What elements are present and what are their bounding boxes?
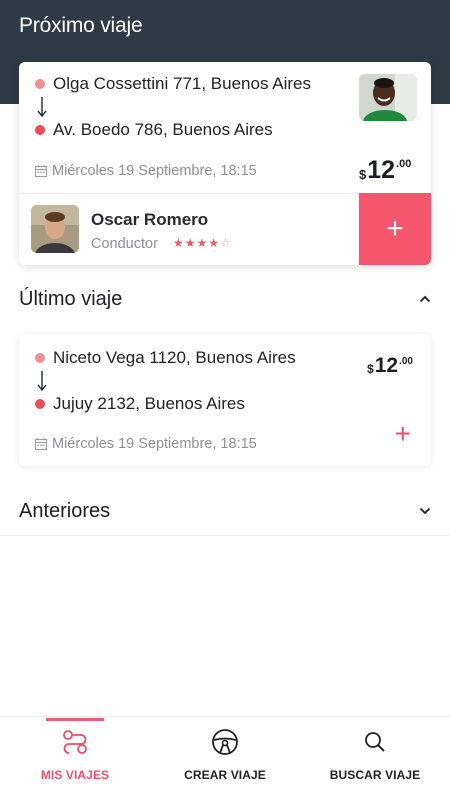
- price-currency: $: [359, 167, 367, 182]
- last-trip-section-header[interactable]: Último viaje: [0, 286, 450, 312]
- calendar-icon: [35, 438, 47, 450]
- star-empty-icon: ☆: [220, 236, 231, 250]
- star-filled-icon: ★: [184, 236, 196, 250]
- arrow-down-icon: [37, 97, 47, 118]
- trip-date: Miércoles 19 Septiembre, 18:15: [35, 436, 257, 452]
- destination-row: Jujuy 2132, Buenos Aires: [35, 394, 245, 414]
- driver-rating: ★ ★ ★ ★ ☆: [173, 235, 232, 252]
- previous-trips-section-header[interactable]: Anteriores: [0, 498, 450, 524]
- calendar-icon: [35, 165, 47, 177]
- origin-address: Olga Cossettini 771, Buenos Aires: [53, 74, 311, 93]
- origin-row: Olga Cossettini 771, Buenos Aires: [35, 74, 311, 94]
- driver-name: Oscar Romero: [91, 210, 209, 229]
- price-decimals: .00: [396, 158, 412, 170]
- next-trip-card[interactable]: Olga Cossettini 771, Buenos Aires Av. Bo…: [19, 62, 431, 265]
- origin-address: Niceto Vega 1120, Buenos Aires: [53, 348, 296, 367]
- section-title: Anteriores: [19, 499, 111, 522]
- trip-date-text: Miércoles 19 Septiembre, 18:15: [52, 163, 257, 179]
- driver-role: Conductor: [91, 236, 158, 252]
- star-filled-icon: ★: [196, 236, 208, 250]
- tab-label: BUSCAR VIAJE: [329, 768, 421, 782]
- price-integer: 12: [374, 354, 399, 377]
- add-button[interactable]: +: [359, 193, 431, 265]
- origin-row: Niceto Vega 1120, Buenos Aires: [35, 348, 296, 368]
- driver-avatar[interactable]: [31, 205, 79, 253]
- origin-dot-icon: [35, 79, 45, 89]
- arrow-down-icon: [37, 371, 47, 392]
- driver-row[interactable]: Oscar Romero Conductor ★ ★ ★ ★ ☆ +: [19, 193, 431, 265]
- price-currency: $: [367, 362, 374, 376]
- bottom-tab-bar: MIS VIAJES CREAR VIAJE BUSCAR VIAJE: [0, 716, 450, 800]
- add-button[interactable]: +: [395, 420, 411, 448]
- destination-address: Jujuy 2132, Buenos Aires: [53, 394, 245, 413]
- passenger-avatar[interactable]: [359, 74, 417, 121]
- destination-row: Av. Boedo 786, Buenos Aires: [35, 120, 273, 140]
- origin-dot-icon: [35, 353, 45, 363]
- steering-wheel-icon: [212, 729, 238, 755]
- star-filled-icon: ★: [173, 236, 184, 250]
- price-decimals: .00: [399, 356, 413, 367]
- chevron-up-icon[interactable]: [419, 295, 431, 303]
- route-icon: [63, 730, 87, 754]
- last-trip-card[interactable]: Niceto Vega 1120, Buenos Aires Jujuy 213…: [19, 334, 431, 466]
- trip-price: $ 12 .00: [367, 354, 413, 378]
- price-integer: 12: [367, 156, 396, 184]
- divider: [0, 535, 450, 536]
- tab-label: MIS VIAJES: [40, 768, 110, 782]
- star-filled-icon: ★: [208, 236, 220, 250]
- active-tab-indicator: [46, 718, 104, 721]
- page-title: Próximo viaje: [19, 14, 143, 37]
- trip-date-text: Miércoles 19 Septiembre, 18:15: [52, 436, 257, 452]
- destination-dot-icon: [35, 125, 45, 135]
- trip-date: Miércoles 19 Septiembre, 18:15: [35, 163, 257, 179]
- tab-label: CREAR VIAJE: [184, 768, 266, 782]
- tab-crear-viaje[interactable]: CREAR VIAJE: [150, 717, 300, 800]
- search-icon: [365, 732, 385, 752]
- tab-mis-viajes[interactable]: MIS VIAJES: [0, 717, 150, 800]
- chevron-down-icon[interactable]: [419, 507, 431, 515]
- trip-price: $ 12 .00: [359, 156, 411, 184]
- destination-address: Av. Boedo 786, Buenos Aires: [53, 120, 273, 139]
- tab-buscar-viaje[interactable]: BUSCAR VIAJE: [300, 717, 450, 800]
- destination-dot-icon: [35, 399, 45, 409]
- section-title: Último viaje: [19, 287, 123, 310]
